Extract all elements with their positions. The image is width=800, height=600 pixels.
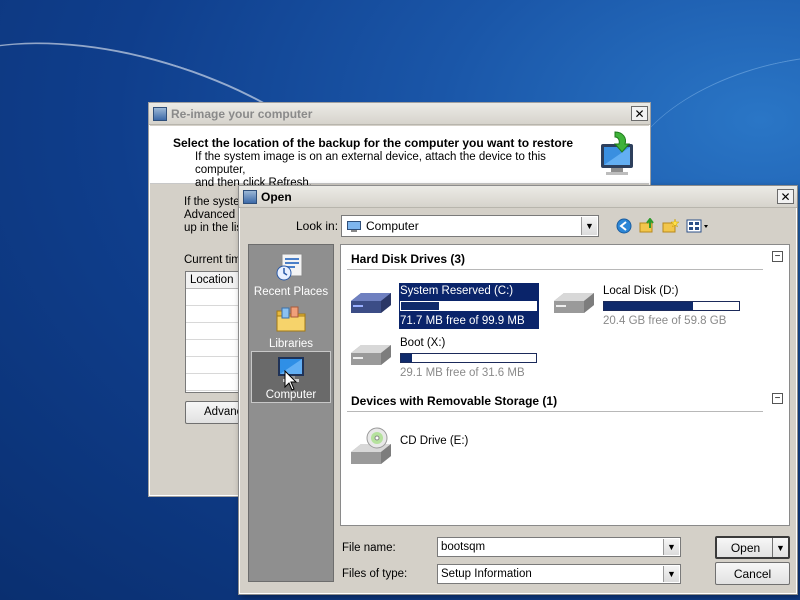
file-name-label: File name:	[342, 542, 396, 554]
group-header-removable[interactable]: Devices with Removable Storage (1)	[351, 394, 557, 408]
reimage-description-line1: If the system image is on an external de…	[195, 151, 546, 176]
collapse-hard-disks-button[interactable]: −	[772, 251, 783, 262]
view-menu-icon[interactable]	[685, 216, 711, 236]
drive-usage-bar	[400, 353, 537, 363]
reimage-body-line3: up in the lis	[184, 222, 243, 234]
hard-drive-icon	[554, 293, 594, 313]
drive-usage-bar	[400, 301, 537, 311]
drive-free-space: 71.7 MB free of 99.9 MB	[400, 315, 525, 327]
places-bar: Recent Places Libraries Computer	[248, 244, 334, 582]
new-folder-icon[interactable]	[660, 216, 680, 236]
backup-location-table[interactable]: Location	[185, 271, 245, 393]
open-button[interactable]: Open ▼	[715, 536, 790, 559]
up-folder-icon[interactable]	[637, 216, 657, 236]
reimage-titlebar[interactable]: Re-image your computer	[149, 103, 650, 125]
drive-system-reserved[interactable]: System Reserved (C:) 71.7 MB free of 99.…	[347, 283, 547, 329]
cd-drive-icon	[351, 427, 391, 464]
reimage-body-text: If the syste Advanced t up in the lis	[184, 196, 244, 235]
file-type-label: Files of type:	[342, 568, 408, 580]
open-title: Open	[261, 189, 292, 204]
group-header-hard-disks[interactable]: Hard Disk Drives (3)	[351, 252, 465, 266]
back-icon[interactable]	[614, 216, 634, 236]
collapse-removable-button[interactable]: −	[772, 393, 783, 404]
recent-places-icon	[276, 253, 303, 281]
restore-computer-icon	[601, 131, 633, 175]
chevron-down-icon[interactable]: ▼	[663, 539, 679, 555]
drive-name: CD Drive (E:)	[400, 435, 469, 447]
open-dialog: Open ✕ Look in: Computer ▼ Recent Places…	[238, 185, 798, 595]
drive-usage-fill	[604, 302, 694, 310]
group-divider	[347, 269, 763, 270]
reimage-body-line1: If the syste	[184, 196, 240, 208]
drive-name: Boot (X:)	[400, 337, 446, 349]
hard-drive-icon	[351, 345, 391, 365]
app-icon	[243, 189, 257, 204]
open-split-arrow[interactable]: ▼	[772, 538, 788, 557]
drive-usage-fill	[401, 354, 412, 362]
drive-local-disk[interactable]: Local Disk (D:) 20.4 GB free of 59.8 GB	[550, 283, 750, 329]
drive-boot[interactable]: Boot (X:) 29.1 MB free of 31.6 MB	[347, 335, 547, 381]
libraries-icon	[276, 306, 306, 332]
table-row[interactable]	[186, 289, 244, 306]
file-type-value: Setup Information	[441, 568, 532, 580]
table-row[interactable]	[186, 340, 244, 357]
group-divider	[347, 411, 763, 412]
drive-name: System Reserved (C:)	[400, 285, 514, 297]
file-name-value: bootsqm	[441, 541, 486, 553]
reimage-close-button[interactable]: ✕	[631, 106, 648, 121]
look-in-select[interactable]: Computer ▼	[341, 215, 599, 237]
current-time-label: Current tim	[184, 254, 241, 266]
place-label: Recent Places	[253, 286, 329, 298]
reimage-body-line2: Advanced t	[184, 209, 242, 221]
file-list-pane[interactable]: Hard Disk Drives (3) − System Reserved (…	[340, 244, 790, 526]
reimage-title: Re-image your computer	[171, 106, 313, 121]
open-button-label: Open	[730, 540, 761, 555]
drive-usage-fill	[401, 302, 439, 310]
app-icon	[153, 106, 167, 121]
place-label: Libraries	[268, 338, 314, 350]
table-row[interactable]	[186, 323, 244, 340]
cancel-button[interactable]: Cancel	[715, 562, 790, 585]
chevron-down-icon[interactable]: ▼	[581, 217, 597, 235]
drive-free-space: 20.4 GB free of 59.8 GB	[603, 315, 727, 327]
file-type-select[interactable]: Setup Information ▼	[437, 564, 681, 584]
hard-drive-icon	[351, 293, 391, 313]
table-row[interactable]	[186, 374, 244, 391]
drive-usage-bar	[603, 301, 740, 311]
reimage-header: Select the location of the backup for th…	[150, 126, 649, 189]
drive-free-space: 29.1 MB free of 31.6 MB	[400, 367, 525, 379]
reimage-heading: Select the location of the backup for th…	[173, 136, 574, 150]
table-row[interactable]	[186, 357, 244, 374]
look-in-value: Computer	[366, 219, 419, 233]
open-titlebar[interactable]: Open	[239, 186, 797, 208]
drive-cd[interactable]: CD Drive (E:)	[347, 423, 547, 469]
mouse-cursor-icon	[284, 370, 298, 391]
table-row[interactable]	[186, 306, 244, 323]
place-recent-places[interactable]: Recent Places	[251, 249, 331, 299]
look-in-label: Look in:	[296, 219, 339, 233]
location-column-header[interactable]: Location	[186, 272, 244, 289]
drive-name: Local Disk (D:)	[603, 285, 679, 297]
computer-small-icon	[347, 220, 361, 232]
chevron-down-icon[interactable]: ▼	[663, 566, 679, 582]
file-name-input[interactable]: bootsqm ▼	[437, 537, 681, 557]
open-close-button[interactable]: ✕	[777, 189, 794, 204]
place-libraries[interactable]: Libraries	[251, 301, 331, 351]
